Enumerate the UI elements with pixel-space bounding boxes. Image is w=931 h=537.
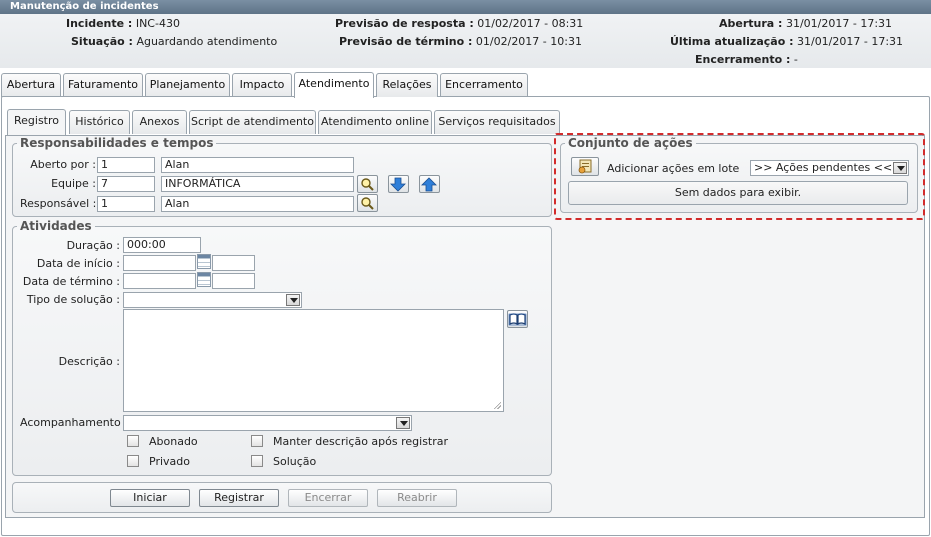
move-down-button[interactable] xyxy=(388,175,409,193)
prev-resposta-row: Previsão de resposta : 01/02/2017 - 08:3… xyxy=(335,17,583,30)
tab-encerramento[interactable]: Encerramento xyxy=(440,73,528,97)
resize-grip-icon[interactable] xyxy=(493,401,501,409)
tab-atendimento[interactable]: Atendimento xyxy=(294,72,374,98)
subtab-servicos[interactable]: Serviços requisitados xyxy=(434,110,560,134)
encerramento-value: - xyxy=(793,53,798,66)
abertura-label: Abertura : xyxy=(719,17,783,30)
responsavel-code-input[interactable]: 1 xyxy=(97,196,155,212)
aberto-name-input[interactable]: Alan xyxy=(161,157,354,173)
termino-time-input[interactable] xyxy=(212,273,255,289)
prev-resposta-label: Previsão de resposta : xyxy=(335,17,474,30)
abertura-value: 31/01/2017 - 17:31 xyxy=(785,17,893,30)
solucao-checkbox[interactable] xyxy=(251,455,263,467)
reabrir-button[interactable]: Reabrir xyxy=(377,489,457,507)
inicio-date-input[interactable] xyxy=(123,255,196,271)
privado-label: Privado xyxy=(149,455,190,468)
incident-header: Incidente : INC-430 Situação : Aguardand… xyxy=(0,14,931,68)
calendar-icon[interactable] xyxy=(197,254,211,269)
descricao-textarea[interactable] xyxy=(123,309,504,412)
responsabilidades-legend: Responsabilidades e tempos xyxy=(20,136,214,150)
arrow-down-icon xyxy=(390,177,406,192)
prev-termino-value: 01/02/2017 - 10:31 xyxy=(475,35,582,48)
equipe-label: Equipe : xyxy=(51,177,96,190)
window-title: Manutenção de incidentes xyxy=(0,0,931,14)
dictionary-button[interactable] xyxy=(507,310,528,328)
duracao-label: Duração : xyxy=(66,239,120,252)
tab-relacoes-label[interactable]: Relações xyxy=(376,73,438,97)
iniciar-button[interactable]: Iniciar xyxy=(110,489,190,507)
encerrar-button[interactable]: Encerrar xyxy=(288,489,368,507)
acompanhamento-label: Acompanhamento : xyxy=(20,416,128,429)
solucao-label: Solução xyxy=(273,455,317,468)
incidente-label: Incidente : xyxy=(66,17,133,30)
subtab-historico[interactable]: Histórico xyxy=(69,110,130,134)
highlight-frame xyxy=(554,133,925,220)
privado-checkbox[interactable] xyxy=(127,455,139,467)
equipe-search-button[interactable] xyxy=(357,175,378,193)
ultima-label: Última atualização : xyxy=(670,35,794,48)
inicio-label: Data de início : xyxy=(36,257,120,270)
prev-termino-label: Previsão de término : xyxy=(339,35,473,48)
subtab-script[interactable]: Script de atendimento xyxy=(189,110,316,134)
prev-termino-row: Previsão de término : 01/02/2017 - 10:31 xyxy=(339,35,582,48)
responsavel-search-button[interactable] xyxy=(357,194,378,212)
situacao-value: Aguardando atendimento xyxy=(136,35,278,48)
equipe-name-input[interactable]: INFORMÁTICA xyxy=(161,176,354,192)
registrar-button[interactable]: Registrar xyxy=(199,489,279,507)
tab-impacto[interactable]: Impacto xyxy=(232,73,292,97)
termino-label: Data de término : xyxy=(22,275,120,288)
aberto-code-input[interactable]: 1 xyxy=(97,157,155,173)
prev-resposta-value: 01/02/2017 - 08:31 xyxy=(477,17,584,30)
tab-planejamento[interactable]: Planejamento xyxy=(145,73,230,97)
situacao-row: Situação : Aguardando atendimento xyxy=(71,35,277,48)
acompanhamento-select[interactable] xyxy=(123,415,412,431)
tab-abertura[interactable]: Abertura xyxy=(1,73,61,97)
responsavel-name-input[interactable]: Alan xyxy=(161,196,354,212)
atividades-legend: Atividades xyxy=(20,219,92,233)
search-icon xyxy=(361,197,374,210)
search-icon xyxy=(361,178,374,191)
manter-descricao-label: Manter descrição após registrar xyxy=(273,435,449,448)
abertura-row: Abertura : 31/01/2017 - 17:31 xyxy=(719,17,892,30)
subtab-anexos[interactable]: Anexos xyxy=(132,110,187,134)
abonado-label: Abonado xyxy=(149,435,198,448)
ultima-value: 31/01/2017 - 17:31 xyxy=(796,35,904,48)
equipe-code-input[interactable]: 7 xyxy=(97,176,155,192)
tipo-solucao-select[interactable] xyxy=(123,292,302,308)
duracao-input[interactable]: 000:00 xyxy=(123,237,201,253)
incidente-row: Incidente : INC-430 xyxy=(66,17,180,30)
subtab-online[interactable]: Atendimento online xyxy=(318,110,432,134)
subtab-registro[interactable]: Registro xyxy=(7,109,66,135)
chevron-down-icon xyxy=(286,294,300,306)
responsavel-label: Responsável : xyxy=(20,197,97,210)
manter-descricao-checkbox[interactable] xyxy=(251,435,263,447)
tab-faturamento[interactable]: Faturamento xyxy=(63,73,143,97)
arrow-up-icon xyxy=(421,177,437,192)
encerramento-row: Encerramento : - xyxy=(695,53,798,66)
termino-date-input[interactable] xyxy=(123,273,196,289)
calendar-icon[interactable] xyxy=(197,272,211,287)
chevron-down-icon xyxy=(396,417,410,429)
aberto-label: Aberto por : xyxy=(30,158,96,171)
book-icon xyxy=(508,313,527,326)
inicio-time-input[interactable] xyxy=(212,255,255,271)
action-bar xyxy=(12,482,552,513)
situacao-label: Situação : xyxy=(71,35,133,48)
encerramento-label: Encerramento : xyxy=(695,53,791,66)
tipo-solucao-label: Tipo de solução : xyxy=(26,293,120,306)
move-up-button[interactable] xyxy=(419,175,440,193)
descricao-label: Descrição : xyxy=(58,355,120,368)
abonado-checkbox[interactable] xyxy=(127,435,139,447)
ultima-row: Última atualização : 31/01/2017 - 17:31 xyxy=(670,35,903,48)
incidente-value: INC-430 xyxy=(135,17,180,30)
